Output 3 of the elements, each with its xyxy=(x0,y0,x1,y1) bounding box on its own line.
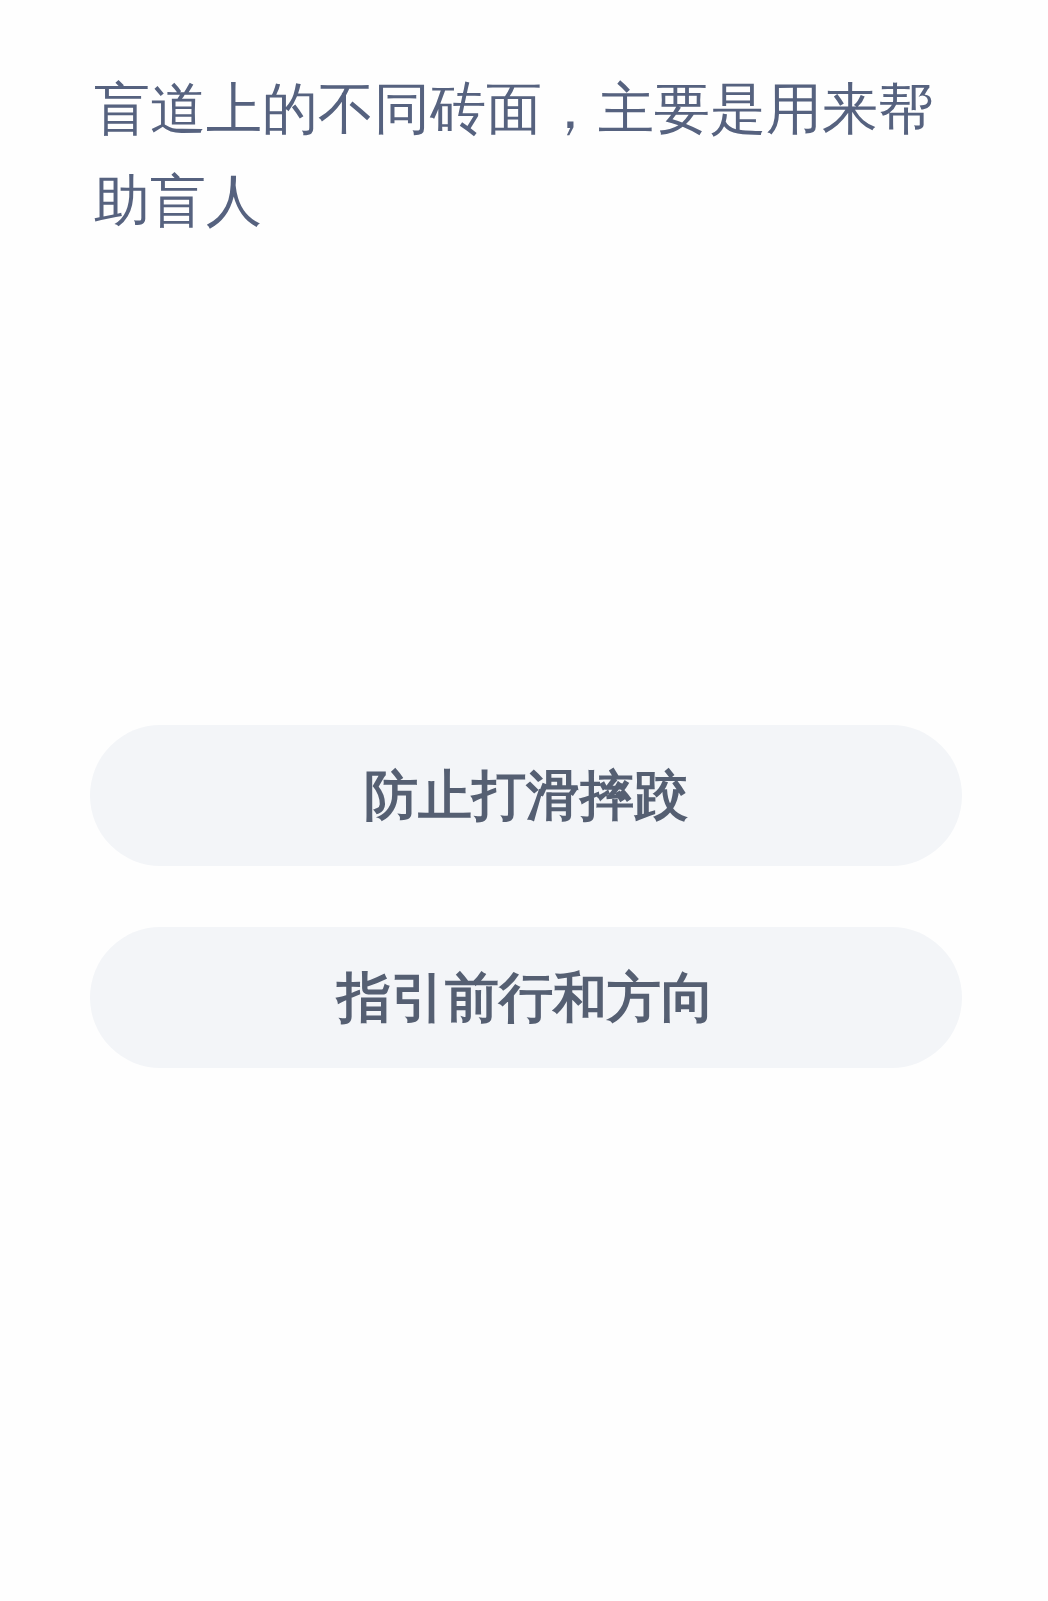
answer-option[interactable]: 防止打滑摔跤 xyxy=(90,725,962,866)
question-text: 盲道上的不同砖面，主要是用来帮助盲人 xyxy=(93,75,935,235)
answer-option[interactable]: 指引前行和方向 xyxy=(90,927,962,1068)
